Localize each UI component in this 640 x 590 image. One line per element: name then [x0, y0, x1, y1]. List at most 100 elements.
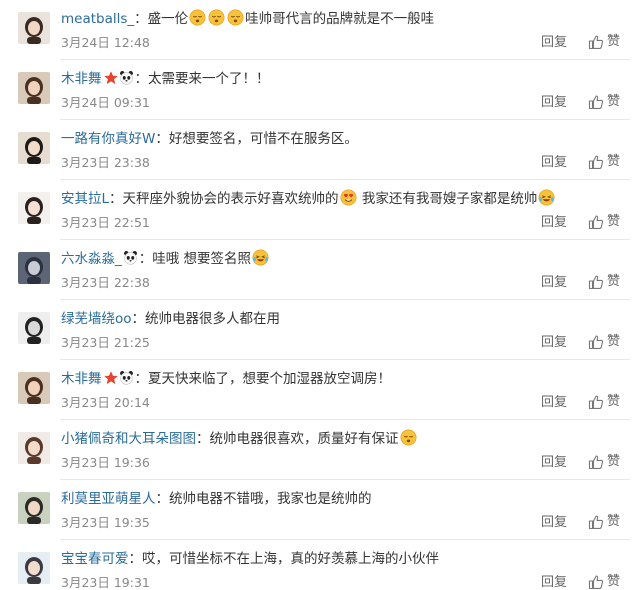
comment-line: 小猪佩奇和大耳朵图图：统帅电器很喜欢，质量好有保证	[61, 429, 418, 449]
panda-icon	[123, 250, 138, 265]
reply-button[interactable]: 回复	[541, 335, 567, 351]
sleepy-face-icon	[189, 9, 206, 26]
comment-text: 哇帅哥代言的品牌就是不一般哇	[245, 11, 435, 27]
timestamp: 3月23日 19:31	[61, 575, 150, 590]
separator: ：	[134, 11, 148, 27]
like-button[interactable]: 赞	[588, 33, 620, 51]
reply-button[interactable]: 回复	[541, 95, 567, 111]
reply-button[interactable]: 回复	[541, 215, 567, 231]
thumbs-up-icon	[588, 154, 604, 170]
avatar[interactable]	[18, 12, 50, 44]
reply-button[interactable]: 回复	[541, 275, 567, 291]
comment-text: 夏天快来临了，想要个加湿器放空调房！	[148, 371, 391, 387]
avatar[interactable]	[18, 252, 50, 284]
username-link[interactable]: 木非舞	[61, 71, 102, 87]
comment-text: 太需要来一个了！！	[148, 71, 270, 87]
comment-line: 六水淼淼_ ：哇哦 想要签名照	[61, 249, 270, 269]
separator: ：	[109, 191, 123, 207]
thumbs-up-icon	[588, 454, 604, 470]
reply-button[interactable]: 回复	[541, 35, 567, 51]
username-link[interactable]: 木非舞	[61, 371, 102, 387]
comment-text: 哎，可惜坐标不在上海，真的好羡慕上海的小伙伴	[142, 551, 439, 567]
comment-line: 安其拉L：天秤座外貌协会的表示好喜欢统帅的 我家还有我哥嫂子家都是统帅	[61, 189, 556, 209]
username-link[interactable]: 六水淼淼_	[61, 251, 122, 267]
panda-icon	[119, 370, 134, 385]
reply-button[interactable]: 回复	[541, 515, 567, 531]
like-button[interactable]: 赞	[588, 213, 620, 231]
comment-text: 统帅电器很多人都在用	[145, 311, 281, 327]
comment-text: 我家还有我哥嫂子家都是统帅	[357, 191, 538, 207]
comment-line: 一路有你真好W：好想要签名，可惜不在服务区。	[61, 129, 358, 149]
comment-row: 木非舞 ：太需要来一个了！！ 3月24日 09:31 回复 赞	[0, 60, 640, 120]
sleepy-face-icon	[227, 9, 244, 26]
timestamp: 3月23日 22:38	[61, 275, 150, 290]
reply-button[interactable]: 回复	[541, 395, 567, 411]
comment-row: 木非舞 ：夏天快来临了，想要个加湿器放空调房！ 3月23日 20:14 回复 赞	[0, 360, 640, 420]
like-label: 赞	[607, 334, 621, 349]
like-button[interactable]: 赞	[588, 333, 620, 351]
like-button[interactable]: 赞	[588, 453, 620, 471]
avatar[interactable]	[18, 132, 50, 164]
like-button[interactable]: 赞	[588, 573, 620, 590]
username-link[interactable]: 小猪佩奇和大耳朵图图	[61, 431, 196, 447]
like-label: 赞	[607, 154, 621, 169]
comment-row: 小猪佩奇和大耳朵图图：统帅电器很喜欢，质量好有保证 3月23日 19:36 回复 赞	[0, 420, 640, 480]
like-button[interactable]: 赞	[588, 513, 620, 531]
comment-line: 木非舞 ：太需要来一个了！！	[61, 69, 270, 89]
username-link[interactable]: meatballs_	[61, 11, 134, 27]
comment-row: 宝宝春可爱：哎，可惜坐标不在上海，真的好羡慕上海的小伙伴 3月23日 19:31 回…	[0, 540, 640, 590]
comment-text: 统帅电器不错哦，我家也是统帅的	[169, 491, 372, 507]
avatar[interactable]	[18, 492, 50, 524]
timestamp: 3月23日 23:38	[61, 155, 150, 170]
like-label: 赞	[607, 574, 621, 589]
username-link[interactable]: 利莫里亚萌星人	[61, 491, 156, 507]
avatar[interactable]	[18, 192, 50, 224]
reply-button[interactable]: 回复	[541, 575, 567, 590]
comment-text: 盛一伦	[147, 11, 189, 27]
avatar[interactable]	[18, 72, 50, 104]
like-button[interactable]: 赞	[588, 273, 620, 291]
thumbs-up-icon	[588, 394, 604, 410]
comment-row: 一路有你真好W：好想要签名，可惜不在服务区。 3月23日 23:38 回复 赞	[0, 120, 640, 180]
timestamp: 3月23日 20:14	[61, 395, 150, 410]
heart-eyes-face-icon	[340, 189, 357, 206]
like-label: 赞	[607, 214, 621, 229]
laughing-tears-face-icon	[252, 249, 269, 266]
comment-text: 天秤座外貌协会的表示好喜欢统帅的	[122, 191, 339, 207]
timestamp: 3月23日 19:36	[61, 455, 150, 470]
username-link[interactable]: 安其拉L	[61, 191, 109, 207]
separator: ：	[131, 311, 146, 327]
avatar[interactable]	[18, 432, 50, 464]
thumbs-up-icon	[588, 214, 604, 230]
like-button[interactable]: 赞	[588, 93, 620, 111]
reply-button[interactable]: 回复	[541, 155, 567, 171]
comment-line: meatballs_：盛一伦 哇帅哥代言的品牌就是不一般哇	[61, 9, 434, 29]
sleepy-face-icon	[400, 429, 417, 446]
username-link[interactable]: 绿芜墙绕oo	[61, 311, 132, 327]
comment-line: 利莫里亚萌星人：统帅电器不错哦，我家也是统帅的	[61, 489, 372, 509]
separator: ：	[196, 431, 210, 447]
comment-line: 木非舞 ：夏天快来临了，想要个加湿器放空调房！	[61, 369, 391, 389]
comment-row: 六水淼淼_ ：哇哦 想要签名照 3月23日 22:38 回复 赞	[0, 240, 640, 300]
comment-row: meatballs_：盛一伦 哇帅哥代言的品牌就是不一般哇 3月24日 12:48 回…	[0, 0, 640, 60]
panda-icon	[119, 70, 134, 85]
separator: ：	[134, 371, 149, 387]
thumbs-up-icon	[588, 574, 604, 590]
comment-list: meatballs_：盛一伦 哇帅哥代言的品牌就是不一般哇 3月24日 12:48 回…	[0, 0, 640, 590]
comment-text: 哇哦 想要签名照	[152, 251, 252, 267]
like-button[interactable]: 赞	[588, 153, 620, 171]
avatar[interactable]	[18, 372, 50, 404]
separator: ：	[134, 71, 149, 87]
thumbs-up-icon	[588, 274, 604, 290]
avatar[interactable]	[18, 552, 50, 584]
comment-row: 绿芜墙绕oo：统帅电器很多人都在用 3月23日 21:25 回复 赞	[0, 300, 640, 360]
avatar[interactable]	[18, 312, 50, 344]
reply-button[interactable]: 回复	[541, 455, 567, 471]
like-button[interactable]: 赞	[588, 393, 620, 411]
username-link[interactable]: 宝宝春可爱	[61, 551, 129, 567]
username-link[interactable]: 一路有你真好W	[61, 131, 155, 147]
like-label: 赞	[607, 94, 621, 109]
separator: ：	[155, 491, 170, 507]
like-label: 赞	[607, 394, 621, 409]
separator: ：	[138, 251, 153, 267]
